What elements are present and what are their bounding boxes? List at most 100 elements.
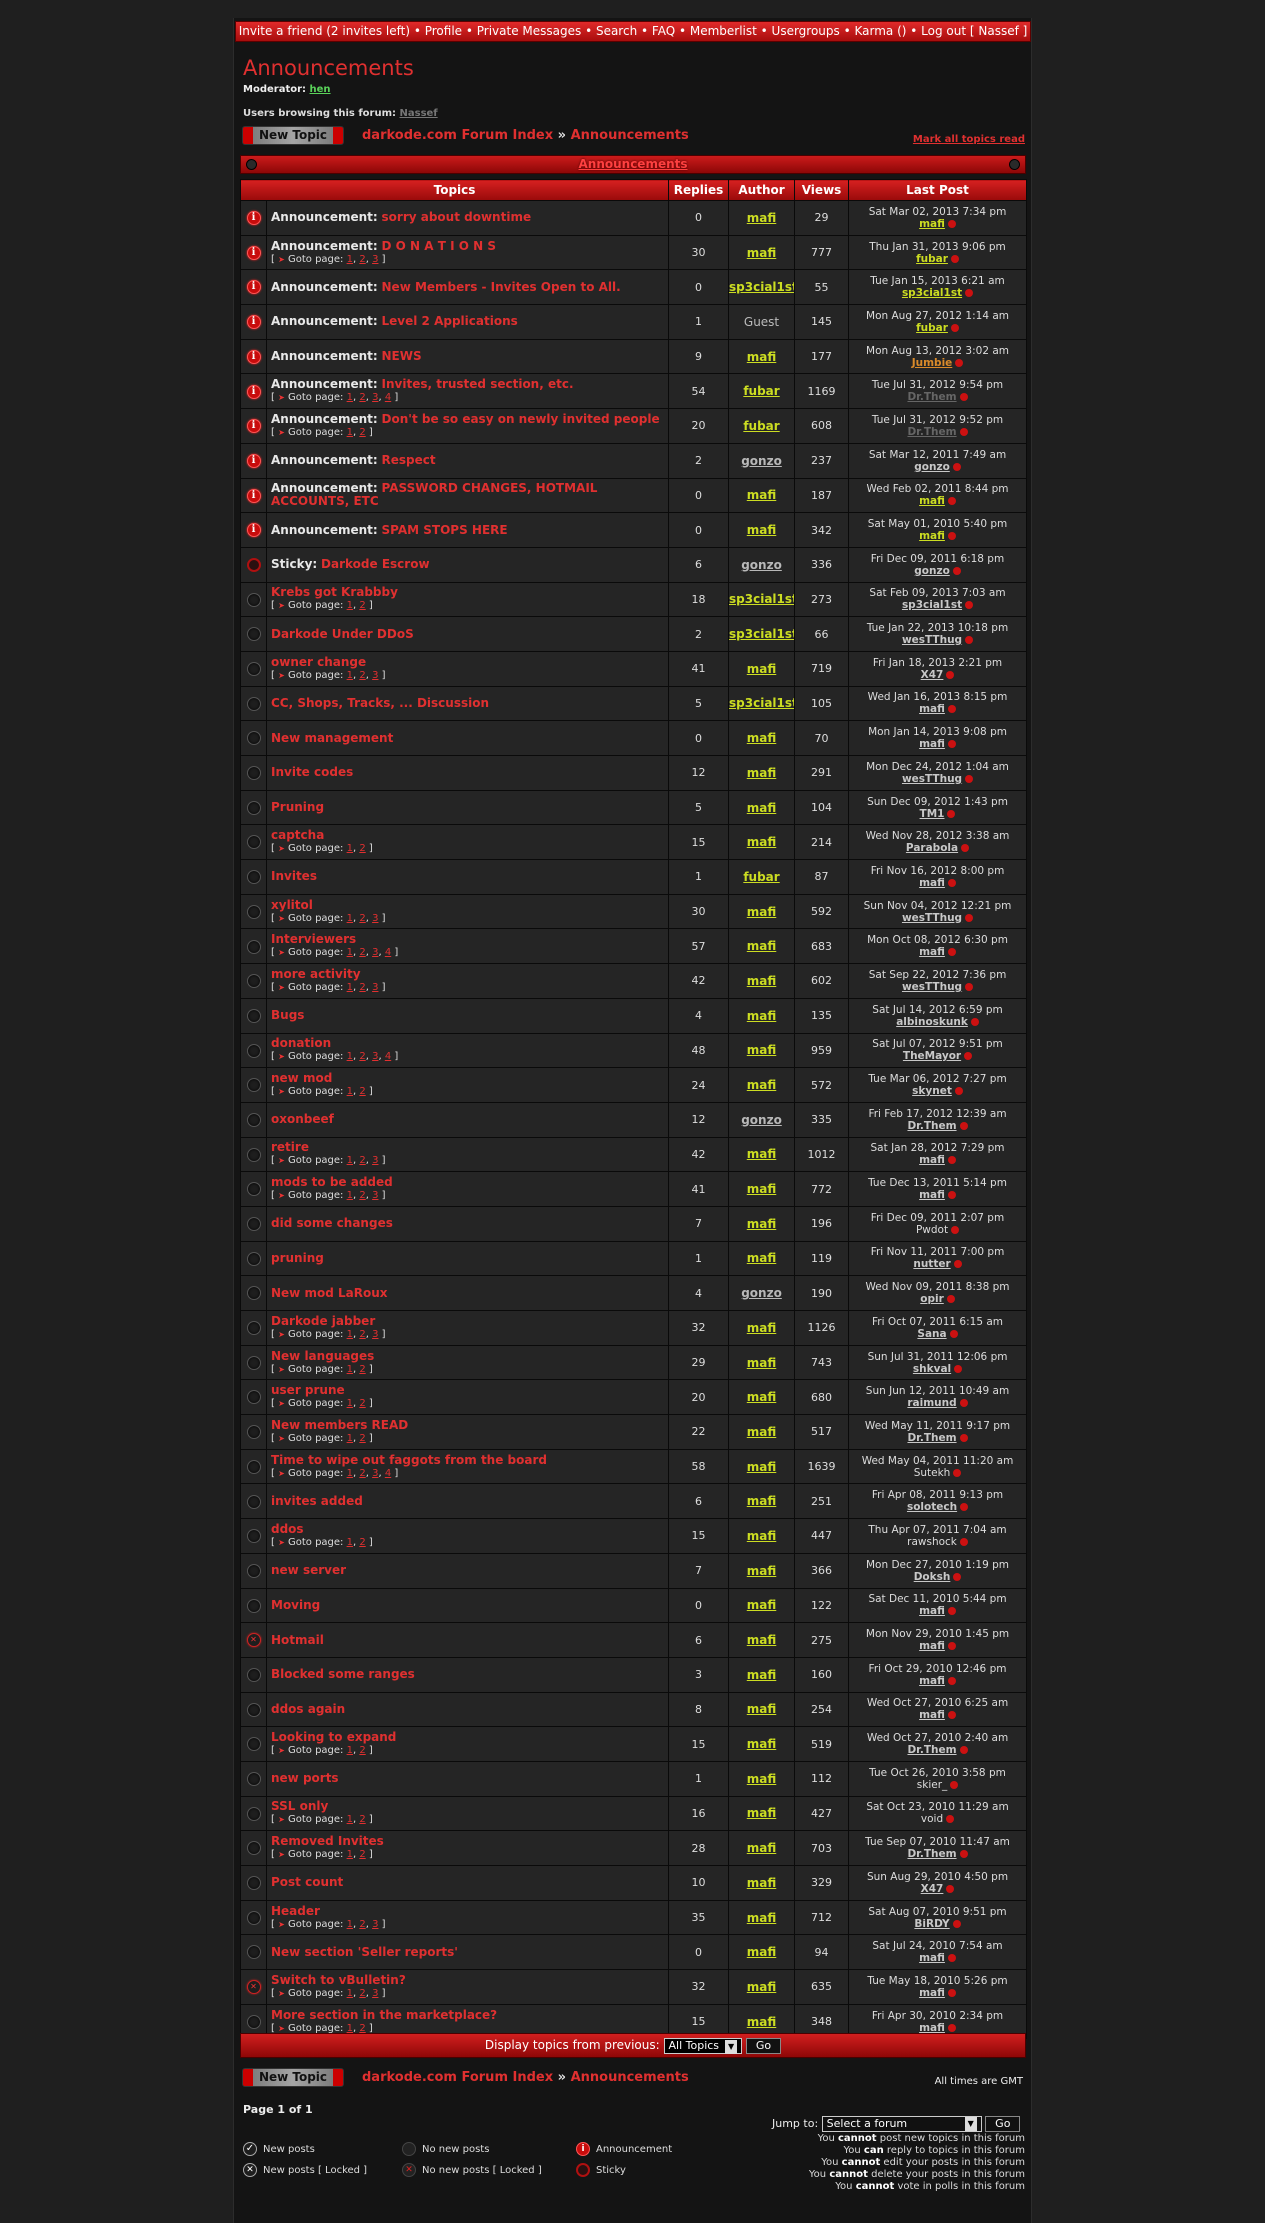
jump-go-button[interactable]: Go bbox=[985, 2116, 1021, 2132]
view-latest-post-icon[interactable] bbox=[959, 393, 968, 402]
last-post-user-link[interactable]: albinoskunk bbox=[896, 1016, 968, 1028]
goto-page-link[interactable]: 1 bbox=[347, 913, 353, 924]
goto-page-link[interactable]: 1 bbox=[347, 2023, 353, 2034]
topic-title-link[interactable]: owner change bbox=[271, 655, 366, 669]
goto-page-link[interactable]: 3 bbox=[372, 1329, 378, 1340]
last-post-user-link[interactable]: sp3cial1st bbox=[902, 287, 962, 299]
view-latest-post-icon[interactable] bbox=[960, 1503, 969, 1512]
goto-page-link[interactable]: 3 bbox=[372, 1919, 378, 1930]
author-link[interactable]: mafi bbox=[747, 766, 777, 780]
topic-title-link[interactable]: sorry about downtime bbox=[382, 210, 532, 224]
last-post-user-link[interactable]: mafi bbox=[919, 703, 945, 715]
last-post-user-link[interactable]: X47 bbox=[921, 1883, 944, 1895]
goto-page-link[interactable]: 3 bbox=[372, 670, 378, 681]
topic-title-link[interactable]: new server bbox=[271, 1563, 346, 1577]
last-post-user-link[interactable]: sp3cial1st bbox=[902, 599, 962, 611]
last-post-user-link[interactable]: mafi bbox=[919, 1189, 945, 1201]
topic-title-link[interactable]: Removed Invites bbox=[271, 1834, 384, 1848]
breadcrumb-current-link[interactable]: Announcements bbox=[571, 2070, 689, 2085]
view-latest-post-icon[interactable] bbox=[970, 1017, 979, 1026]
last-post-user-link[interactable]: Dr.Them bbox=[907, 1744, 956, 1756]
view-latest-post-icon[interactable] bbox=[947, 878, 956, 887]
goto-page-link[interactable]: 1 bbox=[347, 1468, 353, 1479]
last-post-user-link[interactable]: Dr.Them bbox=[907, 1432, 956, 1444]
last-post-user-link[interactable]: wesTThug bbox=[902, 981, 962, 993]
view-latest-post-icon[interactable] bbox=[947, 1988, 956, 1997]
author-link[interactable]: mafi bbox=[747, 1668, 777, 1682]
view-latest-post-icon[interactable] bbox=[947, 219, 956, 228]
goto-page-link[interactable]: 1 bbox=[347, 670, 353, 681]
topic-title-link[interactable]: Respect bbox=[382, 453, 436, 467]
goto-page-link[interactable]: 2 bbox=[359, 392, 365, 403]
author-link[interactable]: mafi bbox=[747, 939, 777, 953]
topic-title-link[interactable]: New mod LaRoux bbox=[271, 1286, 387, 1300]
topic-title-link[interactable]: D O N A T I O N S bbox=[382, 239, 496, 253]
view-latest-post-icon[interactable] bbox=[950, 254, 959, 263]
last-post-user-link[interactable]: mafi bbox=[919, 218, 945, 230]
topic-title-link[interactable]: CC, Shops, Tracks, ... Discussion bbox=[271, 696, 489, 710]
goto-page-link[interactable]: 2 bbox=[359, 1433, 365, 1444]
topic-title-link[interactable]: New Members - Invites Open to All. bbox=[382, 280, 621, 294]
author-link[interactable]: mafi bbox=[747, 1598, 777, 1612]
view-latest-post-icon[interactable] bbox=[964, 1052, 973, 1061]
breadcrumb-index-link[interactable]: darkode.com Forum Index bbox=[362, 2070, 553, 2085]
view-latest-post-icon[interactable] bbox=[965, 601, 974, 610]
view-latest-post-icon[interactable] bbox=[959, 1433, 968, 1442]
view-latest-post-icon[interactable] bbox=[950, 1780, 959, 1789]
author-link[interactable]: gonzo bbox=[741, 558, 782, 572]
last-post-user-link[interactable]: Dr.Them bbox=[907, 1120, 956, 1132]
view-latest-post-icon[interactable] bbox=[947, 1954, 956, 1963]
last-post-user-link[interactable]: BiRDY bbox=[914, 1918, 949, 1930]
author-link[interactable]: mafi bbox=[747, 1043, 777, 1057]
last-post-user-link[interactable]: mafi bbox=[919, 877, 945, 889]
author-link[interactable]: sp3cial1st bbox=[730, 280, 794, 294]
view-latest-post-icon[interactable] bbox=[965, 774, 974, 783]
goto-page-link[interactable]: 1 bbox=[347, 1051, 353, 1062]
author-link[interactable]: mafi bbox=[747, 1182, 777, 1196]
topic-title-link[interactable]: ddos again bbox=[271, 1702, 345, 1716]
goto-page-link[interactable]: 3 bbox=[372, 1190, 378, 1201]
last-post-user-link[interactable]: skynet bbox=[912, 1085, 952, 1097]
topic-title-link[interactable]: New management bbox=[271, 731, 393, 745]
topic-title-link[interactable]: new ports bbox=[271, 1771, 339, 1785]
caption-forum-link[interactable]: Announcements bbox=[578, 157, 687, 171]
moderator-link[interactable]: hen bbox=[310, 84, 331, 95]
author-link[interactable]: gonzo bbox=[741, 1286, 782, 1300]
topic-title-link[interactable]: Darkode jabber bbox=[271, 1314, 375, 1328]
goto-page-link[interactable]: 2 bbox=[359, 1919, 365, 1930]
author-link[interactable]: mafi bbox=[747, 488, 777, 502]
topic-title-link[interactable]: More section in the marketplace? bbox=[271, 2008, 497, 2022]
display-period-select[interactable]: All Topics ▼ bbox=[663, 2037, 743, 2054]
author-link[interactable]: mafi bbox=[747, 350, 777, 364]
view-latest-post-icon[interactable] bbox=[952, 1919, 961, 1928]
view-latest-post-icon[interactable] bbox=[947, 948, 956, 957]
view-latest-post-icon[interactable] bbox=[965, 289, 974, 298]
topic-title-link[interactable]: Interviewers bbox=[271, 932, 356, 946]
last-post-user-link[interactable]: X47 bbox=[921, 669, 944, 681]
author-link[interactable]: mafi bbox=[747, 1251, 777, 1265]
goto-page-link[interactable]: 2 bbox=[359, 1329, 365, 1340]
goto-page-link[interactable]: 1 bbox=[347, 1919, 353, 1930]
topic-title-link[interactable]: SPAM STOPS HERE bbox=[382, 523, 508, 537]
view-latest-post-icon[interactable] bbox=[947, 2023, 956, 2032]
topic-title-link[interactable]: Hotmail bbox=[271, 1633, 324, 1647]
goto-page-link[interactable]: 2 bbox=[359, 947, 365, 958]
view-latest-post-icon[interactable] bbox=[947, 1642, 956, 1651]
view-latest-post-icon[interactable] bbox=[953, 1468, 962, 1477]
view-latest-post-icon[interactable] bbox=[965, 982, 974, 991]
view-latest-post-icon[interactable] bbox=[952, 462, 961, 471]
topic-title-link[interactable]: Header bbox=[271, 1904, 320, 1918]
topic-title-link[interactable]: Darkode Escrow bbox=[321, 557, 430, 571]
topic-title-link[interactable]: invites added bbox=[271, 1494, 363, 1508]
author-link[interactable]: mafi bbox=[747, 1980, 777, 1994]
view-latest-post-icon[interactable] bbox=[947, 809, 956, 818]
author-link[interactable]: mafi bbox=[747, 1494, 777, 1508]
goto-page-link[interactable]: 1 bbox=[347, 1814, 353, 1825]
goto-page-link[interactable]: 1 bbox=[347, 600, 353, 611]
topic-title-link[interactable]: Don't be so easy on newly invited people bbox=[382, 412, 660, 426]
goto-page-link[interactable]: 2 bbox=[359, 670, 365, 681]
last-post-user-link[interactable]: wesTThug bbox=[902, 634, 962, 646]
author-link[interactable]: mafi bbox=[747, 1564, 777, 1578]
topic-title-link[interactable]: Pruning bbox=[271, 800, 324, 814]
goto-page-link[interactable]: 1 bbox=[347, 427, 353, 438]
